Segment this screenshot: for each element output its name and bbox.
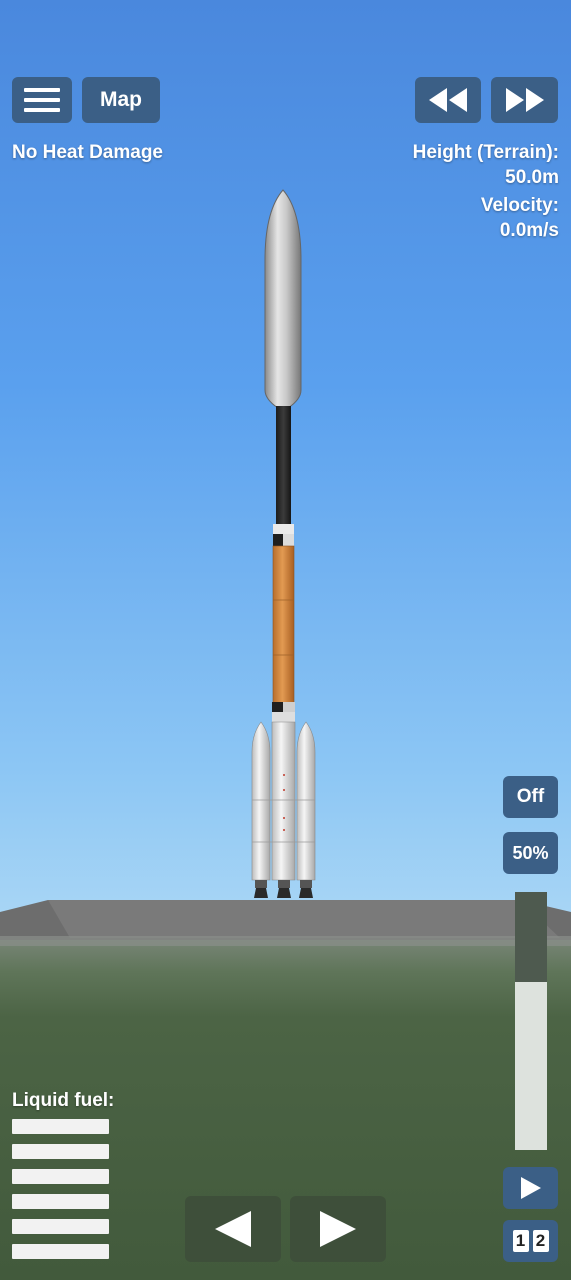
velocity-readout: Velocity: 0.0m/s <box>481 193 559 243</box>
height-readout: Height (Terrain): 50.0m <box>413 140 559 190</box>
heat-damage-status: No Heat Damage <box>12 142 163 163</box>
height-value: 50.0m <box>505 167 559 188</box>
velocity-value: 0.0m/s <box>499 220 559 241</box>
map-button-label: Map <box>100 88 142 111</box>
menu-button[interactable] <box>12 77 72 123</box>
sas-toggle-label: Off <box>516 786 545 807</box>
triangle-left-icon <box>215 1211 251 1247</box>
rotate-right-button[interactable] <box>290 1196 386 1262</box>
throttle-slider[interactable] <box>515 892 547 1150</box>
play-stage-icon <box>520 1177 541 1199</box>
fuel-bar <box>12 1144 109 1159</box>
fast-forward-icon <box>505 88 544 112</box>
rocket <box>251 189 316 898</box>
hamburger-menu-icon <box>24 88 60 112</box>
stage-button[interactable] <box>503 1167 558 1209</box>
rotate-left-button[interactable] <box>185 1196 281 1262</box>
view-label-2: 2 <box>532 1230 549 1252</box>
rewind-button[interactable] <box>415 77 481 123</box>
fast-forward-button[interactable] <box>491 77 558 123</box>
velocity-label: Velocity: <box>480 195 559 216</box>
fuel-bar <box>12 1219 109 1234</box>
height-label: Height (Terrain): <box>412 142 559 163</box>
rewind-icon <box>429 88 467 112</box>
fuel-bar <box>12 1244 109 1259</box>
launch-pad <box>0 900 571 946</box>
liquid-fuel-label: Liquid fuel: <box>12 1090 115 1111</box>
throttle-fill <box>515 982 547 1150</box>
throttle-percent-button[interactable]: 50% <box>503 832 558 874</box>
map-button[interactable]: Map <box>82 77 160 123</box>
view-toggle-button[interactable]: 1 2 <box>503 1220 558 1262</box>
sas-toggle-button[interactable]: Off <box>503 776 558 818</box>
fuel-bar <box>12 1119 109 1134</box>
fuel-bar <box>12 1169 109 1184</box>
throttle-percent-label: 50% <box>512 842 549 863</box>
triangle-right-icon <box>320 1211 356 1247</box>
view-label-1: 1 <box>512 1230 529 1252</box>
fuel-bar <box>12 1194 109 1209</box>
